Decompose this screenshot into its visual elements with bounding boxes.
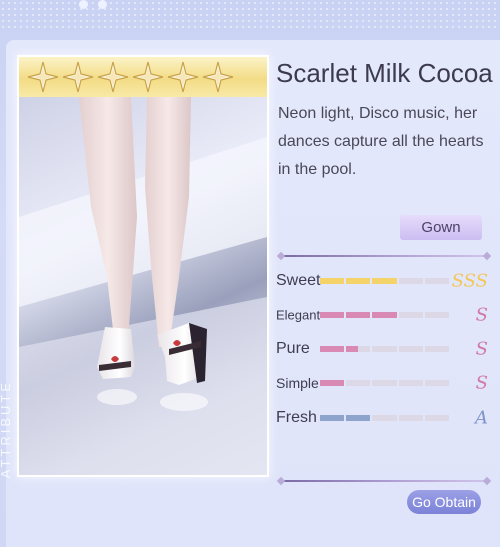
attribute-bar-segment bbox=[424, 380, 450, 386]
attribute-bar-segment bbox=[424, 312, 450, 318]
floor-reflection bbox=[19, 297, 267, 475]
attribute-bar-segment bbox=[346, 380, 371, 386]
right-leg bbox=[145, 97, 191, 347]
attribute-bar-segment bbox=[346, 278, 371, 284]
divider-top bbox=[282, 255, 486, 257]
attribute-bar-segment bbox=[320, 278, 345, 284]
attribute-side-label: ATTRIBUTE bbox=[0, 380, 13, 479]
star-icon bbox=[62, 61, 94, 93]
attribute-bar-segment bbox=[398, 415, 423, 421]
attribute-bar-segment bbox=[320, 415, 345, 421]
rarity-banner bbox=[19, 57, 267, 97]
attribute-bar-segment bbox=[372, 415, 397, 421]
attribute-label: Fresh bbox=[276, 409, 317, 426]
decorative-dot bbox=[79, 0, 88, 9]
attribute-bar-segment bbox=[424, 346, 450, 352]
go-obtain-button[interactable]: Go Obtain bbox=[407, 490, 481, 514]
attribute-bar bbox=[320, 380, 450, 386]
attribute-bar-segment bbox=[372, 278, 397, 284]
attribute-bar-segment bbox=[346, 346, 371, 352]
attribute-bar-segment bbox=[398, 380, 423, 386]
attribute-row-pure: Pure S bbox=[276, 336, 490, 362]
attribute-bar-segment bbox=[424, 278, 450, 284]
light-beam bbox=[19, 137, 267, 307]
attribute-bar-segment bbox=[398, 312, 423, 318]
item-type-tag: Gown bbox=[400, 215, 482, 240]
attribute-grade: A bbox=[475, 407, 488, 429]
attribute-row-fresh: Fresh A bbox=[276, 405, 490, 431]
attribute-label: Simple bbox=[276, 375, 319, 391]
divider-bottom bbox=[282, 480, 486, 482]
attribute-bar-segment bbox=[320, 346, 345, 352]
attribute-row-simple: Simple S bbox=[276, 370, 490, 396]
attribute-bar-segment bbox=[320, 380, 345, 386]
attribute-bar-segment bbox=[372, 380, 397, 386]
star-icon bbox=[27, 61, 59, 93]
star-icon bbox=[132, 61, 164, 93]
attribute-grade: S bbox=[475, 372, 488, 394]
attribute-row-sweet: Sweet SSS bbox=[276, 268, 490, 294]
rarity-stars bbox=[27, 61, 234, 93]
star-icon bbox=[167, 61, 199, 93]
decorative-dot-pattern bbox=[0, 0, 500, 28]
attribute-row-elegant: Elegant S bbox=[276, 302, 490, 328]
attribute-bar bbox=[320, 278, 450, 284]
item-image-frame bbox=[17, 55, 269, 477]
attribute-label: Elegant bbox=[276, 307, 321, 323]
attribute-bar-segment bbox=[372, 312, 397, 318]
attribute-bar bbox=[320, 312, 450, 318]
attribute-grade: S bbox=[475, 338, 488, 360]
attribute-bar-segment bbox=[398, 346, 423, 352]
attribute-label: Pure bbox=[276, 340, 310, 357]
item-name: Scarlet Milk Cocoa bbox=[276, 58, 493, 88]
decorative-dot bbox=[98, 0, 107, 9]
attribute-label: Sweet bbox=[276, 272, 321, 289]
item-description: Neon light, Disco music, her dances capt… bbox=[278, 105, 484, 178]
star-icon bbox=[97, 61, 129, 93]
attribute-bar-segment bbox=[424, 415, 450, 421]
attribute-bar-segment bbox=[346, 415, 371, 421]
attribute-bar-segment bbox=[372, 346, 397, 352]
star-icon bbox=[202, 61, 234, 93]
attribute-grade: SSS bbox=[451, 270, 488, 292]
attribute-bar-segment bbox=[398, 278, 423, 284]
attribute-grade: S bbox=[475, 304, 488, 326]
item-preview-image bbox=[19, 97, 267, 475]
attribute-bar bbox=[320, 346, 450, 352]
attribute-bar bbox=[320, 415, 450, 421]
attribute-bar-segment bbox=[320, 312, 345, 318]
attribute-bar-segment bbox=[346, 312, 371, 318]
